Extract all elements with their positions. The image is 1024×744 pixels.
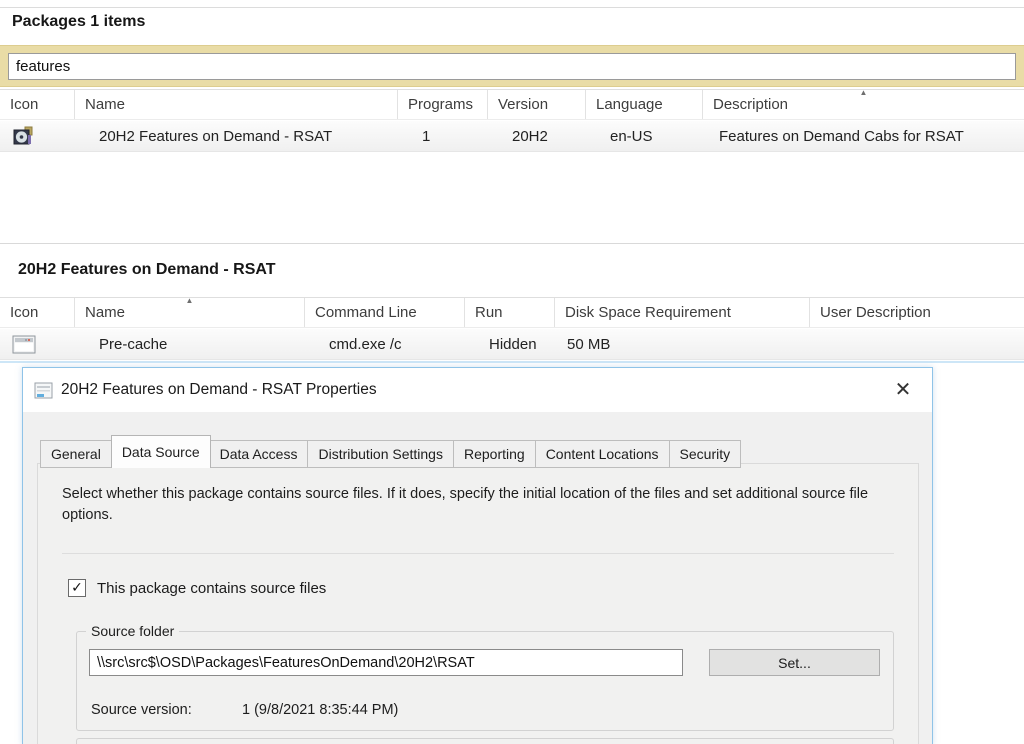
column-header-programs[interactable]: Programs — [398, 90, 488, 119]
column-header-version[interactable]: Version — [488, 90, 586, 119]
packages-table-header: Icon Name Programs Version Language ▲ De… — [0, 89, 1024, 120]
properties-dialog: 20H2 Features on Demand - RSAT Propertie… — [22, 367, 933, 744]
program-user-description-cell — [810, 329, 1024, 359]
source-files-checkbox-row: ✓ This package contains source files — [68, 579, 894, 597]
program-window-icon — [12, 335, 36, 354]
program-command-cell: cmd.exe /c — [305, 329, 465, 359]
column-header-run[interactable]: Run — [465, 298, 555, 327]
tab-general[interactable]: General — [40, 440, 112, 468]
properties-window-icon — [34, 382, 53, 399]
column-header-name-label: Name — [85, 304, 125, 321]
pane-divider — [0, 243, 1024, 244]
package-version-cell: 20H2 — [488, 121, 586, 151]
column-header-description[interactable]: ▲ Description — [703, 90, 1024, 119]
column-header-name[interactable]: Name — [75, 90, 398, 119]
source-folder-legend: Source folder — [86, 623, 179, 639]
column-header-language[interactable]: Language — [586, 90, 703, 119]
package-row[interactable]: 20H2 Features on Demand - RSAT 1 20H2 en… — [0, 121, 1024, 152]
column-header-description-label: Description — [713, 96, 788, 113]
column-header-command-line[interactable]: Command Line — [305, 298, 465, 327]
tab-reporting[interactable]: Reporting — [454, 440, 536, 468]
source-folder-row: Set... — [89, 649, 880, 676]
panel-divider — [62, 553, 894, 554]
package-programs-cell: 1 — [398, 121, 488, 151]
package-language-cell: en-US — [586, 121, 703, 151]
tab-security[interactable]: Security — [670, 440, 742, 468]
column-header-icon[interactable]: Icon — [0, 298, 75, 327]
close-icon: ✕ — [895, 379, 912, 401]
source-files-checkbox-label: This package contains source files — [97, 580, 326, 597]
program-run-cell: Hidden — [465, 329, 555, 359]
program-name-cell: Pre-cache — [75, 329, 305, 359]
sort-ascending-icon: ▲ — [186, 297, 194, 305]
source-files-checkbox[interactable]: ✓ — [68, 579, 86, 597]
dialog-tabs: General Data Source Data Access Distribu… — [40, 435, 932, 468]
program-disk-cell: 50 MB — [555, 329, 810, 359]
column-header-name[interactable]: ▲ Name — [75, 298, 305, 327]
source-version-row: Source version: 1 (9/8/2021 8:35:44 PM) — [91, 702, 880, 718]
source-version-label: Source version: — [91, 702, 242, 718]
source-folder-input[interactable] — [89, 649, 683, 676]
tab-data-access[interactable]: Data Access — [210, 440, 309, 468]
package-description-cell: Features on Demand Cabs for RSAT — [703, 121, 1024, 151]
package-name-cell: 20H2 Features on Demand - RSAT — [75, 121, 398, 151]
next-groupbox-partial — [76, 738, 894, 744]
package-icon — [12, 126, 34, 146]
column-header-disk-space[interactable]: Disk Space Requirement — [555, 298, 810, 327]
source-folder-groupbox: Source folder Set... Source version: 1 (… — [76, 631, 894, 731]
package-row-icon-cell — [0, 121, 75, 151]
dialog-titlebar[interactable]: 20H2 Features on Demand - RSAT Propertie… — [23, 368, 932, 412]
packages-pane-title: Packages 1 items — [12, 13, 145, 31]
column-header-user-description[interactable]: User Description — [810, 298, 1024, 327]
close-button[interactable]: ✕ — [880, 368, 926, 412]
search-input[interactable] — [8, 53, 1016, 80]
tab-distribution-settings[interactable]: Distribution Settings — [308, 440, 454, 468]
programs-pane-title: 20H2 Features on Demand - RSAT — [18, 261, 276, 279]
search-bar — [0, 45, 1024, 87]
source-version-value: 1 (9/8/2021 8:35:44 PM) — [242, 702, 398, 718]
top-divider — [0, 7, 1024, 8]
screen: Packages 1 items Icon Name Programs Vers… — [0, 0, 1024, 744]
sort-ascending-icon: ▲ — [860, 89, 868, 97]
tab-content-locations[interactable]: Content Locations — [536, 440, 670, 468]
checkmark-icon: ✓ — [71, 580, 83, 594]
data-source-panel: Select whether this package contains sou… — [37, 463, 919, 744]
panel-intro-text: Select whether this package contains sou… — [62, 484, 882, 526]
column-header-icon[interactable]: Icon — [0, 90, 75, 119]
program-row[interactable]: Pre-cache cmd.exe /c Hidden 50 MB — [0, 329, 1024, 360]
selection-highlight-line — [0, 361, 1024, 363]
dialog-title: 20H2 Features on Demand - RSAT Propertie… — [61, 381, 377, 399]
set-button[interactable]: Set... — [709, 649, 880, 676]
tab-data-source[interactable]: Data Source — [111, 435, 211, 468]
programs-table-header: Icon ▲ Name Command Line Run Disk Space … — [0, 297, 1024, 328]
program-row-icon-cell — [0, 329, 75, 359]
